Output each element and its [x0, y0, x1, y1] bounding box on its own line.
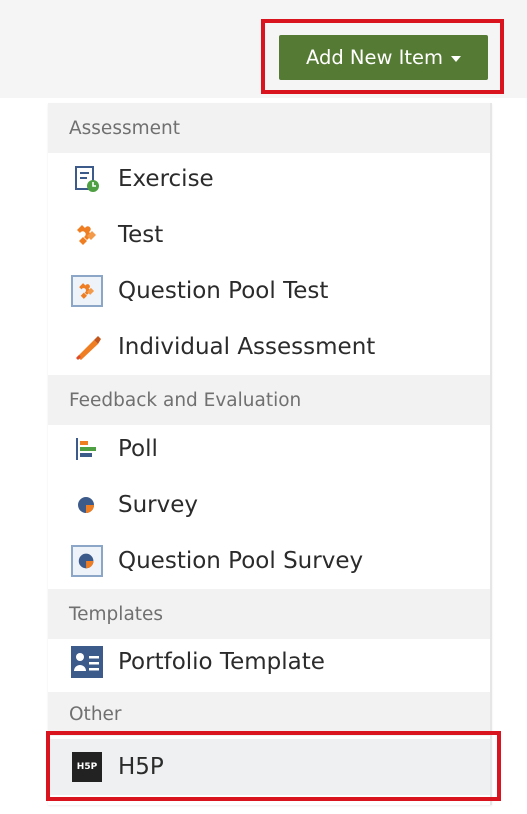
section-header-templates: Templates	[48, 589, 490, 639]
section-header-assessment: Assessment	[48, 103, 490, 153]
menu-item-individual-assessment[interactable]: Individual Assessment	[48, 319, 490, 375]
menu-item-question-pool-test[interactable]: Question Pool Test	[48, 263, 490, 319]
h5p-icon: H5P	[70, 750, 104, 784]
add-new-item-label: Add New Item	[305, 46, 444, 69]
menu-item-poll[interactable]: Poll	[48, 421, 490, 477]
portfolio-template-icon	[70, 645, 104, 679]
question-pool-test-icon	[70, 274, 104, 308]
individual-assessment-icon	[70, 330, 104, 364]
survey-icon	[70, 488, 104, 522]
menu-item-portfolio-template[interactable]: Portfolio Template	[48, 634, 490, 690]
menu-item-survey[interactable]: Survey	[48, 477, 490, 533]
menu-item-h5p[interactable]: H5P H5P	[48, 739, 490, 795]
exercise-icon	[70, 162, 104, 196]
menu-item-exercise[interactable]: Exercise	[48, 151, 490, 207]
add-new-item-button[interactable]: Add New Item	[279, 35, 488, 80]
menu-item-test[interactable]: Test	[48, 207, 490, 263]
menu-item-question-pool-survey[interactable]: Question Pool Survey	[48, 533, 490, 589]
test-puzzle-icon	[70, 218, 104, 252]
add-new-item-dropdown-menu: Assessment Exercise Test Question Pool T…	[48, 103, 492, 805]
question-pool-survey-icon	[70, 544, 104, 578]
poll-icon	[70, 432, 104, 466]
section-header-other: Other	[48, 692, 490, 736]
section-header-feedback-and-evaluation: Feedback and Evaluation	[48, 375, 490, 425]
caret-down-icon	[451, 55, 462, 62]
